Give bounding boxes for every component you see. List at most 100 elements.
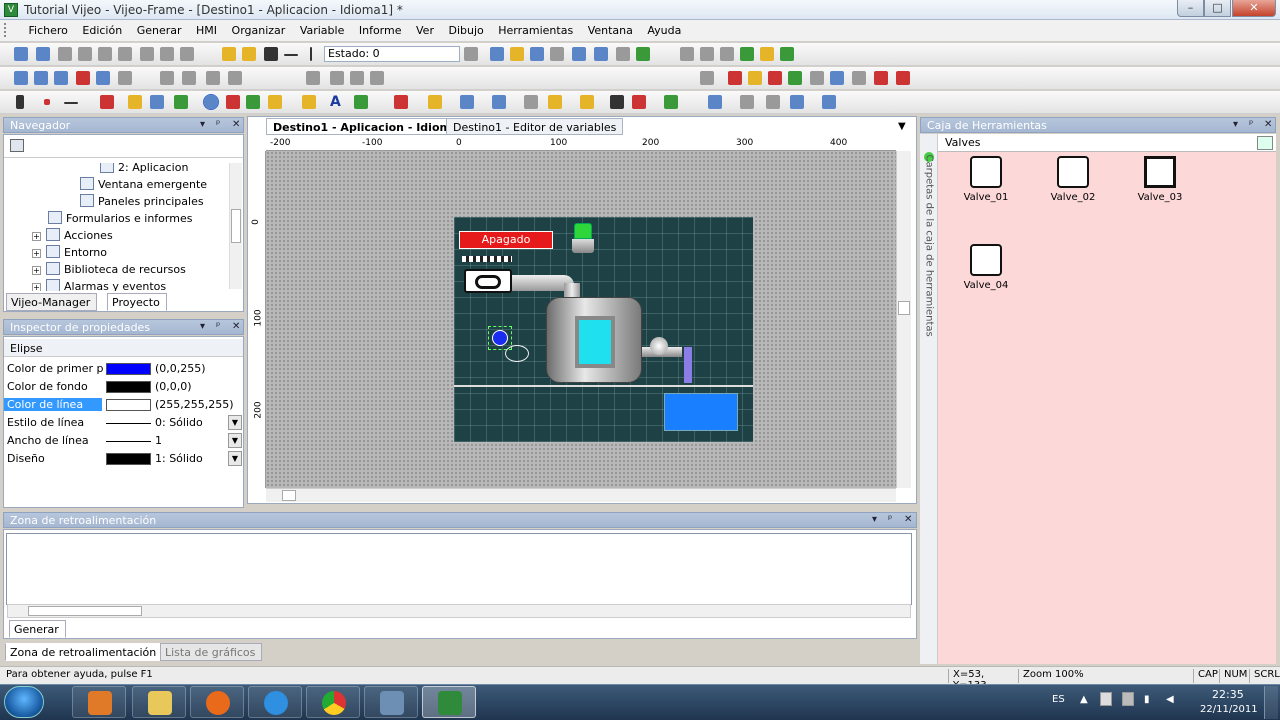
lines-icon[interactable]: [302, 95, 316, 109]
taskbar-explorer[interactable]: [132, 686, 186, 718]
format-paint-icon[interactable]: [118, 47, 132, 61]
show-desktop-button[interactable]: [1264, 686, 1278, 719]
cut-icon[interactable]: [58, 47, 72, 61]
menu-herramientas[interactable]: Herramientas: [492, 20, 578, 37]
feedback-pin-icon[interactable]: ᵖ: [888, 514, 892, 525]
variable-icon[interactable]: [728, 71, 742, 85]
tool-valve-01[interactable]: Valve_01: [954, 156, 1018, 203]
recipe-tool-icon[interactable]: [632, 95, 646, 109]
editor-v-scrollbar[interactable]: [896, 151, 911, 488]
property-row[interactable]: Ancho de línea 1 ▼: [4, 432, 242, 450]
property-row[interactable]: Estilo de línea 0: Sólido ▼: [4, 414, 242, 432]
polyline-icon[interactable]: [100, 95, 114, 109]
state-select[interactable]: Estado: 0: [324, 46, 460, 62]
toolbox-close-icon[interactable]: ✕: [1264, 119, 1272, 130]
lock-icon[interactable]: [264, 47, 278, 61]
grid-icon[interactable]: [14, 71, 28, 85]
outlet-valve[interactable]: [650, 337, 668, 355]
toolbox-folders-strip[interactable]: Carpetas de la caja de herramientas: [920, 134, 938, 664]
text-tool-icon[interactable]: A: [330, 95, 344, 109]
navigator-dropdown-icon[interactable]: ▾: [200, 119, 205, 130]
tool-valve-02[interactable]: Valve_02: [1041, 156, 1105, 203]
menu-organizar[interactable]: Organizar: [226, 20, 291, 37]
beacon-light[interactable]: [572, 223, 594, 255]
language-indicator[interactable]: ES: [1052, 694, 1065, 705]
download-icon[interactable]: [616, 47, 630, 61]
property-value[interactable]: 1: Sólido: [155, 452, 203, 465]
delete-icon[interactable]: [140, 47, 154, 61]
open-folder-icon[interactable]: [510, 47, 524, 61]
tree-item[interactable]: Paneles principales: [64, 194, 204, 211]
tab-proyecto[interactable]: Proyecto: [107, 293, 167, 311]
paste-icon[interactable]: [98, 47, 112, 61]
camera-icon[interactable]: [610, 95, 624, 109]
zoom-in-icon[interactable]: [740, 95, 754, 109]
taskbar-firefox[interactable]: [190, 686, 244, 718]
settings-icon[interactable]: [896, 71, 910, 85]
trend-icon[interactable]: [788, 71, 802, 85]
expand-icon[interactable]: +: [32, 249, 41, 258]
run-icon[interactable]: [636, 47, 650, 61]
redo-icon[interactable]: [36, 47, 50, 61]
lock-open-icon[interactable]: [242, 47, 256, 61]
color-swatch[interactable]: [106, 399, 151, 411]
property-value[interactable]: 0: Sólido: [155, 416, 203, 429]
align-left-icon[interactable]: [330, 71, 344, 85]
navigator-scrollbar[interactable]: [229, 163, 242, 289]
meter-icon[interactable]: [492, 95, 506, 109]
menu-ventana[interactable]: Ventana: [582, 20, 638, 37]
volume-icon[interactable]: ◀: [1166, 694, 1174, 705]
pattern-swatch[interactable]: [106, 453, 151, 465]
property-row[interactable]: Color de fondo (0,0,0): [4, 378, 242, 396]
inspector-dropdown-icon[interactable]: ▾: [200, 321, 205, 332]
taskbar-media-player[interactable]: [72, 686, 126, 718]
editor-v-scroll-thumb[interactable]: [898, 301, 910, 315]
menu-edicion[interactable]: Edición: [76, 20, 127, 37]
group-icon[interactable]: [182, 71, 196, 85]
line-swatch[interactable]: [106, 441, 151, 442]
print-icon[interactable]: [550, 47, 564, 61]
tab-generar[interactable]: Generar: [9, 620, 66, 638]
tool-icon[interactable]: [874, 71, 888, 85]
find-icon[interactable]: [160, 47, 174, 61]
menu-dibujo[interactable]: Dibujo: [442, 20, 488, 37]
property-row[interactable]: Color de línea (255,255,255): [4, 396, 242, 414]
line-swatch[interactable]: [106, 423, 151, 424]
stop-icon[interactable]: [720, 47, 734, 61]
tray-device-icon[interactable]: [1122, 692, 1134, 706]
menu-hmi[interactable]: HMI: [190, 20, 222, 37]
property-value[interactable]: (0,0,0): [155, 380, 192, 393]
record-icon[interactable]: [76, 71, 90, 85]
numeric-icon[interactable]: [460, 95, 474, 109]
button-icon[interactable]: [394, 95, 408, 109]
property-row[interactable]: Color de primer pl (0,0,255): [4, 360, 242, 378]
menu-generar[interactable]: Generar: [131, 20, 187, 37]
tab-feedback-zone[interactable]: Zona de retroalimentación: [5, 643, 164, 661]
property-dropdown-icon[interactable]: ▼: [228, 451, 242, 466]
fit-icon[interactable]: [790, 95, 804, 109]
feedback-dropdown-icon[interactable]: ▾: [872, 514, 877, 525]
taskbar-chrome[interactable]: [306, 686, 360, 718]
tool-valve-04[interactable]: Valve_04: [954, 244, 1018, 291]
pie-icon[interactable]: [246, 95, 260, 109]
replace-icon[interactable]: [180, 47, 194, 61]
undo-icon[interactable]: [14, 47, 28, 61]
tab-vijeo-manager[interactable]: Vijeo-Manager: [6, 293, 98, 311]
new-file-icon[interactable]: [490, 47, 504, 61]
menu-fichero[interactable]: Fichero: [23, 20, 73, 37]
tree-item[interactable]: 2: Aplicacion: [84, 163, 188, 177]
arc-icon[interactable]: [226, 95, 240, 109]
inspector-pin-icon[interactable]: ᵖ: [216, 321, 220, 332]
zoom-out-icon[interactable]: [766, 95, 780, 109]
zoom-icon[interactable]: [54, 71, 68, 85]
tree-item[interactable]: + Biblioteca de recursos: [32, 262, 186, 279]
link-icon[interactable]: [748, 71, 762, 85]
color-swatch[interactable]: [106, 363, 151, 375]
forward-icon[interactable]: [700, 47, 714, 61]
property-dropdown-icon[interactable]: ▼: [228, 415, 242, 430]
expand-icon[interactable]: +: [32, 283, 41, 291]
clock-icon[interactable]: [524, 95, 538, 109]
feedback-close-icon[interactable]: ✕: [904, 514, 912, 525]
ellipse-icon[interactable]: [203, 94, 219, 110]
bar-icon[interactable]: [548, 95, 562, 109]
